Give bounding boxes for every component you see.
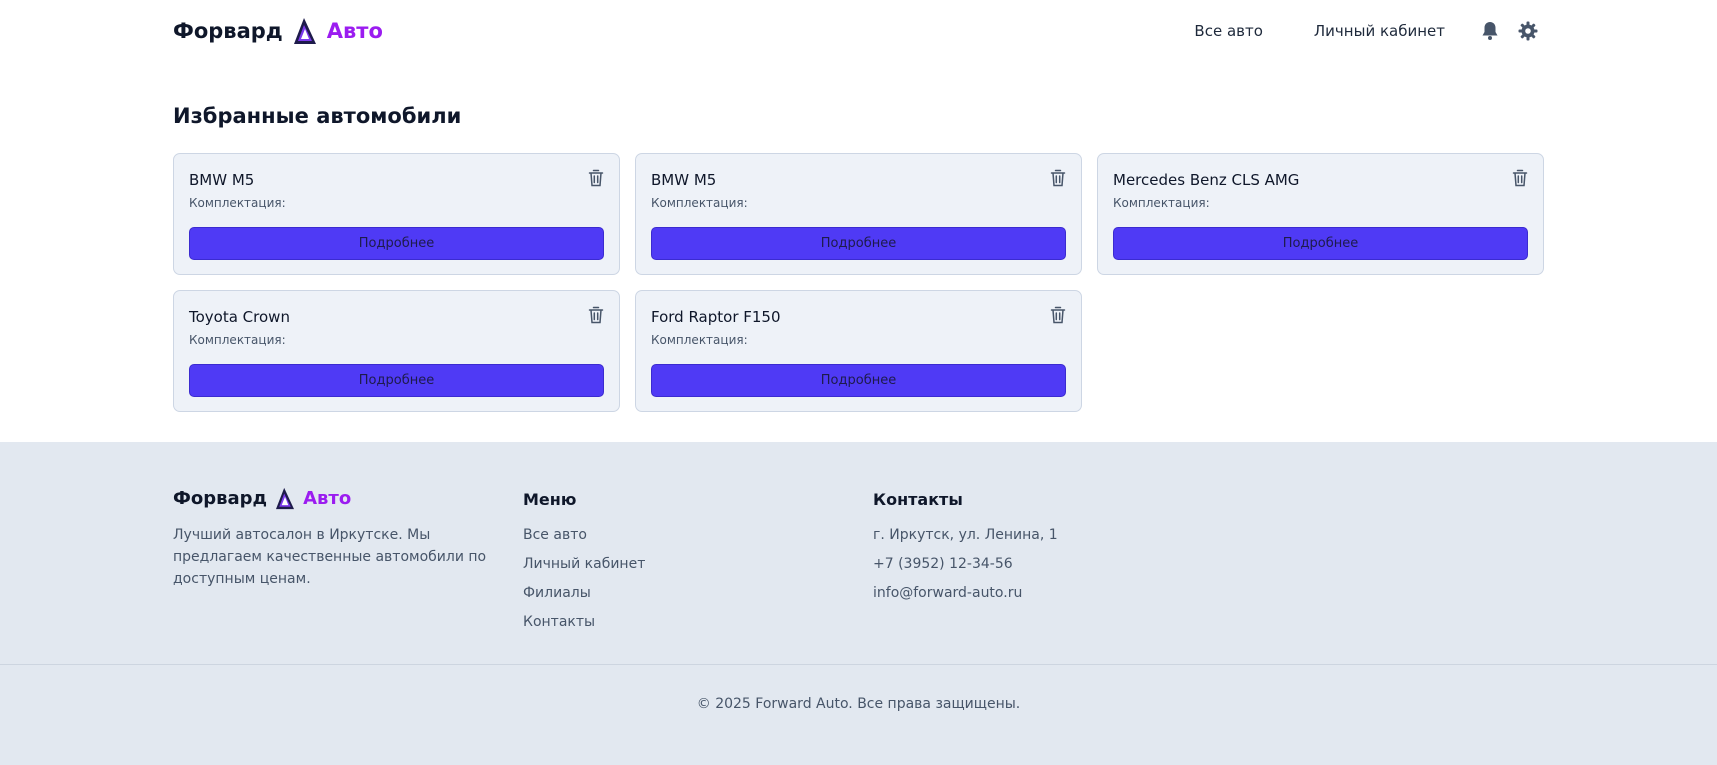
footer-contacts: Контакты г. Иркутск, ул. Ленина, 1 +7 (3…	[873, 487, 1058, 612]
footer-menu-title: Меню	[523, 490, 577, 509]
favorite-card: BMW M5 Комплектация: Подробнее	[173, 153, 620, 275]
logo-mark-icon	[276, 487, 295, 510]
brand-name-part2: Авто	[326, 19, 383, 43]
details-button[interactable]: Подробнее	[1113, 227, 1528, 260]
car-name: BMW M5	[189, 171, 255, 189]
footer-brand-part1: Форвард	[173, 488, 268, 509]
trim-label: Комплектация:	[1113, 196, 1210, 210]
brand-name-part1: Форвард	[173, 19, 283, 43]
footer-menu: Меню Все авто Личный кабинет Филиалы Кон…	[523, 487, 645, 641]
nav-account[interactable]: Личный кабинет	[1314, 22, 1445, 40]
trash-icon[interactable]	[588, 169, 604, 187]
page-title: Избранные автомобили	[173, 104, 462, 128]
details-button[interactable]: Подробнее	[189, 227, 604, 260]
details-button[interactable]: Подробнее	[189, 364, 604, 397]
footer-link-branches[interactable]: Филиалы	[523, 583, 645, 612]
footer-logo: Форвард Авто	[173, 487, 493, 510]
top-nav: Все авто Личный кабинет	[1194, 20, 1539, 42]
footer-link-account[interactable]: Личный кабинет	[523, 554, 645, 583]
site-header: Форвард Авто Все авто Личный кабинет	[0, 0, 1717, 68]
brand-logo[interactable]: Форвард Авто	[173, 17, 383, 45]
footer-divider	[0, 664, 1717, 665]
gear-icon[interactable]	[1517, 20, 1539, 42]
contact-email: info@forward-auto.ru	[873, 585, 1023, 601]
footer-brand-part2: Авто	[303, 488, 352, 509]
car-name: Toyota Crown	[189, 308, 290, 326]
trim-label: Комплектация:	[651, 333, 748, 347]
trash-icon[interactable]	[1512, 169, 1528, 187]
bell-icon[interactable]	[1479, 20, 1501, 42]
footer-link-all-cars[interactable]: Все авто	[523, 525, 645, 554]
details-button[interactable]: Подробнее	[651, 364, 1066, 397]
logo-mark-icon	[293, 18, 316, 44]
nav-all-cars[interactable]: Все авто	[1194, 22, 1262, 40]
site-footer: Форвард Авто Лучший автосалон в Иркутске…	[0, 442, 1717, 765]
trash-icon[interactable]	[588, 306, 604, 324]
car-name: Ford Raptor F150	[651, 308, 781, 326]
footer-link-contacts[interactable]: Контакты	[523, 612, 645, 641]
favorite-card: Toyota Crown Комплектация: Подробнее	[173, 290, 620, 412]
footer-contacts-title: Контакты	[873, 490, 963, 509]
favorite-card: Ford Raptor F150 Комплектация: Подробнее	[635, 290, 1082, 412]
car-name: BMW M5	[651, 171, 717, 189]
trim-label: Комплектация:	[189, 333, 286, 347]
contact-address: г. Иркутск, ул. Ленина, 1	[873, 527, 1058, 543]
trash-icon[interactable]	[1050, 306, 1066, 324]
favorite-card: Mercedes Benz CLS AMG Комплектация: Подр…	[1097, 153, 1544, 275]
favorite-card: BMW M5 Комплектация: Подробнее	[635, 153, 1082, 275]
favorites-grid: BMW M5 Комплектация: Подробнее BMW M5 Ко…	[173, 153, 1544, 412]
trim-label: Комплектация:	[189, 196, 286, 210]
car-name: Mercedes Benz CLS AMG	[1113, 171, 1300, 189]
contact-phone: +7 (3952) 12-34-56	[873, 556, 1013, 572]
trim-label: Комплектация:	[651, 196, 748, 210]
footer-about: Форвард Авто Лучший автосалон в Иркутске…	[173, 487, 493, 590]
footer-description: Лучший автосалон в Иркутске. Мы предлага…	[173, 527, 487, 587]
copyright: © 2025 Forward Auto. Все права защищены.	[696, 696, 1021, 712]
trash-icon[interactable]	[1050, 169, 1066, 187]
details-button[interactable]: Подробнее	[651, 227, 1066, 260]
